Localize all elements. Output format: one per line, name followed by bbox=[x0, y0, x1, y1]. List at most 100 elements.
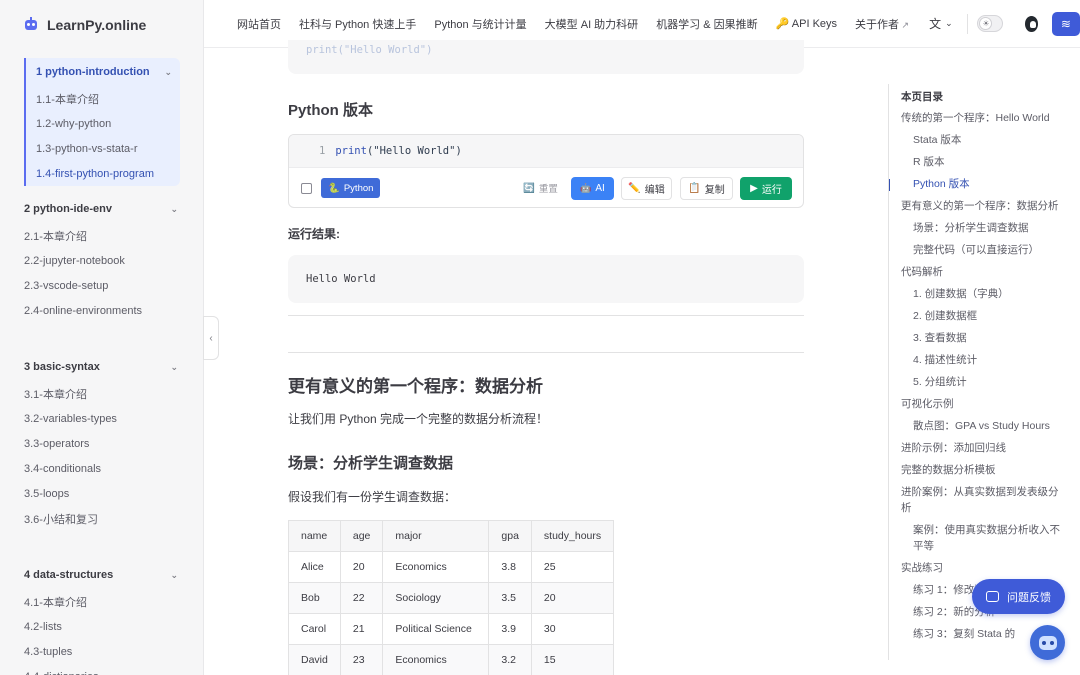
nav-link-llm-ai-research[interactable]: 大模型 AI 助力科研 bbox=[545, 16, 639, 32]
sidebar-group-title[interactable]: 4 data-structures ⌄ bbox=[0, 561, 204, 589]
toc-item[interactable]: 实战练习 bbox=[901, 560, 1061, 576]
table-header: age bbox=[339, 520, 384, 552]
feedback-button[interactable]: 问题反馈 bbox=[972, 579, 1065, 614]
sidebar-item[interactable]: 2.2-jupyter-notebook bbox=[0, 248, 204, 273]
line-number: 1 bbox=[319, 145, 326, 157]
section-heading-scenario: 场景：分析学生调查数据 bbox=[288, 455, 454, 472]
table-header: major bbox=[382, 520, 490, 552]
layers-button[interactable]: ≋ bbox=[1051, 11, 1080, 36]
clipboard-icon: 📋 bbox=[688, 182, 701, 194]
nav-link-python-statistics[interactable]: Python 与统计计量 bbox=[434, 16, 526, 32]
sidebar-item[interactable]: 1.1-本章介绍 bbox=[26, 86, 180, 111]
sidebar-item[interactable]: 4.3-tuples bbox=[0, 639, 204, 664]
ai-button[interactable]: 🤖 AI bbox=[571, 176, 614, 200]
nav-link-home[interactable]: 网站首页 bbox=[237, 16, 281, 32]
sidebar-item-current[interactable]: 1.4-first-python-program bbox=[26, 161, 180, 186]
toc-item[interactable]: 场景：分析学生调查数据 bbox=[901, 220, 1061, 236]
sidebar-collapse-button[interactable]: ‹ bbox=[203, 316, 219, 360]
toc-item[interactable]: 传统的第一个程序：Hello World bbox=[901, 110, 1061, 126]
sidebar-item[interactable]: 3.4-conditionals bbox=[0, 456, 204, 481]
language-switcher[interactable]: 文 ⌄ bbox=[929, 15, 953, 32]
sidebar-group-basic-syntax: 3 basic-syntax ⌄ 3.1-本章介绍 3.2-variables-… bbox=[0, 353, 204, 531]
layers-icon: ≋ bbox=[1060, 16, 1071, 31]
table-header: study_hours bbox=[530, 520, 615, 552]
sidebar-item[interactable]: 4.1-本章介绍 bbox=[0, 589, 204, 614]
sidebar-item[interactable]: 3.3-operators bbox=[0, 431, 204, 456]
divider bbox=[288, 315, 804, 316]
nav-link-api-keys[interactable]: 🔑 API Keys bbox=[776, 17, 837, 30]
robot-logo-icon bbox=[24, 17, 38, 33]
reset-button[interactable]: 🔄 重置 bbox=[523, 181, 558, 196]
run-output: Hello World bbox=[288, 255, 804, 303]
table-row: Bob 22 Sociology 3.5 20 bbox=[288, 582, 615, 614]
language-badge[interactable]: 🐍 Python bbox=[321, 178, 381, 198]
sidebar-item[interactable]: 4.2-lists bbox=[0, 614, 204, 639]
python-icon: 🐍 bbox=[328, 182, 340, 194]
toc-item[interactable]: 进阶示例：添加回归线 bbox=[901, 440, 1061, 456]
brand[interactable]: LearnPy.online bbox=[24, 14, 146, 36]
toc-item[interactable]: 5. 分组统计 bbox=[901, 374, 1061, 390]
toc-item[interactable]: 完整代码（可以直接运行） bbox=[901, 242, 1061, 258]
toc-item[interactable]: 代码解析 bbox=[901, 264, 1061, 280]
sidebar-item[interactable]: 3.5-loops bbox=[0, 481, 204, 506]
run-button[interactable]: ▶ 运行 bbox=[740, 176, 792, 200]
nav-link-about-author[interactable]: 关于作者 bbox=[855, 16, 909, 32]
sidebar-item[interactable]: 3.6-小结和复习 bbox=[0, 506, 204, 531]
sidebar-item[interactable]: 1.2-why-python bbox=[26, 111, 180, 136]
sun-icon: ☀ bbox=[980, 18, 992, 29]
toc-item[interactable]: 案例：使用真实数据分析收入不平等 bbox=[901, 522, 1061, 554]
top-nav-links: 网站首页 社科与 Python 快速上手 Python 与统计计量 大模型 AI… bbox=[237, 16, 927, 32]
edit-button[interactable]: ✏️ 编辑 bbox=[621, 176, 672, 200]
chevron-down-icon: ⌄ bbox=[170, 203, 178, 214]
toc-list: 传统的第一个程序：Hello World Stata 版本 R 版本 Python 版… bbox=[901, 110, 1061, 648]
toc-item[interactable]: 3. 查看数据 bbox=[901, 330, 1061, 346]
sidebar-item[interactable]: 2.1-本章介绍 bbox=[0, 223, 204, 248]
code-args: ("Hello World") bbox=[366, 145, 462, 157]
code-line[interactable]: 1 print("Hello World") bbox=[289, 135, 803, 168]
sidebar-group-title[interactable]: 3 basic-syntax ⌄ bbox=[0, 353, 204, 381]
sidebar-group-title[interactable]: 1 python-introduction ⌄ bbox=[26, 58, 180, 86]
github-icon[interactable] bbox=[1024, 15, 1038, 32]
table-row: Carol 21 Political Science 3.9 30 bbox=[288, 613, 615, 645]
table-header-row: name age major gpa study_hours bbox=[288, 520, 615, 552]
theme-toggle[interactable]: ☀ bbox=[977, 15, 1003, 32]
nav-link-ml-causal[interactable]: 机器学习 & 因果推断 bbox=[656, 16, 757, 32]
robot-icon: 🤖 bbox=[580, 182, 592, 193]
divider bbox=[966, 13, 968, 34]
ai-assistant-button[interactable] bbox=[1030, 625, 1065, 660]
toc-item[interactable]: 4. 描述性统计 bbox=[901, 352, 1061, 368]
code-function: print bbox=[335, 145, 367, 157]
sidebar-item[interactable]: 3.1-本章介绍 bbox=[0, 381, 204, 406]
chat-bubble-icon bbox=[986, 591, 999, 602]
pencil-icon: ✏️ bbox=[628, 182, 641, 194]
sidebar-group-title[interactable]: 2 python-ide-env ⌄ bbox=[0, 195, 204, 223]
toc-item[interactable]: 更有意义的第一个程序：数据分析 bbox=[901, 198, 1061, 214]
scenario-intro: 假设我们有一份学生调查数据： bbox=[288, 490, 457, 504]
brand-name: LearnPy.online bbox=[47, 17, 147, 33]
sidebar-item[interactable]: 1.3-python-vs-stata-r bbox=[26, 136, 180, 161]
sidebar-item[interactable]: 4.4-dictionaries bbox=[0, 664, 204, 675]
divider bbox=[288, 352, 804, 353]
toc-item[interactable]: 2. 创建数据框 bbox=[901, 308, 1061, 324]
reset-icon: 🔄 bbox=[523, 182, 535, 194]
toc-item[interactable]: 进阶案例：从真实数据到发表级分析 bbox=[901, 484, 1061, 516]
sidebar-item[interactable]: 3.2-variables-types bbox=[0, 406, 204, 431]
table-row: Alice 20 Economics 3.8 25 bbox=[288, 551, 615, 583]
toc-active-marker bbox=[889, 179, 890, 191]
sidebar-group-data-structures: 4 data-structures ⌄ 4.1-本章介绍 4.2-lists 4… bbox=[0, 561, 204, 675]
select-checkbox[interactable] bbox=[301, 182, 312, 194]
sidebar-item[interactable]: 2.3-vscode-setup bbox=[0, 273, 204, 298]
nav-link-social-science-python[interactable]: 社科与 Python 快速上手 bbox=[299, 16, 416, 32]
chevron-down-icon: ⌄ bbox=[945, 18, 953, 28]
toc-item[interactable]: 完整的数据分析模板 bbox=[901, 462, 1061, 478]
toc-item[interactable]: R 版本 bbox=[901, 154, 1061, 170]
toc-item[interactable]: 散点图：GPA vs Study Hours bbox=[901, 418, 1061, 434]
sidebar-nav: 1 python-introduction ⌄ 1.1-本章介绍 1.2-why… bbox=[0, 58, 204, 675]
chevron-down-icon: ⌄ bbox=[164, 66, 172, 77]
toc-item-active[interactable]: Python 版本 bbox=[901, 176, 1061, 192]
toc-item[interactable]: 1. 创建数据（字典） bbox=[901, 286, 1061, 302]
copy-button[interactable]: 📋 复制 bbox=[680, 176, 733, 200]
sidebar-item[interactable]: 2.4-online-environments bbox=[0, 298, 204, 323]
toc-item[interactable]: Stata 版本 bbox=[901, 132, 1061, 148]
toc-item[interactable]: 可视化示例 bbox=[901, 396, 1061, 412]
